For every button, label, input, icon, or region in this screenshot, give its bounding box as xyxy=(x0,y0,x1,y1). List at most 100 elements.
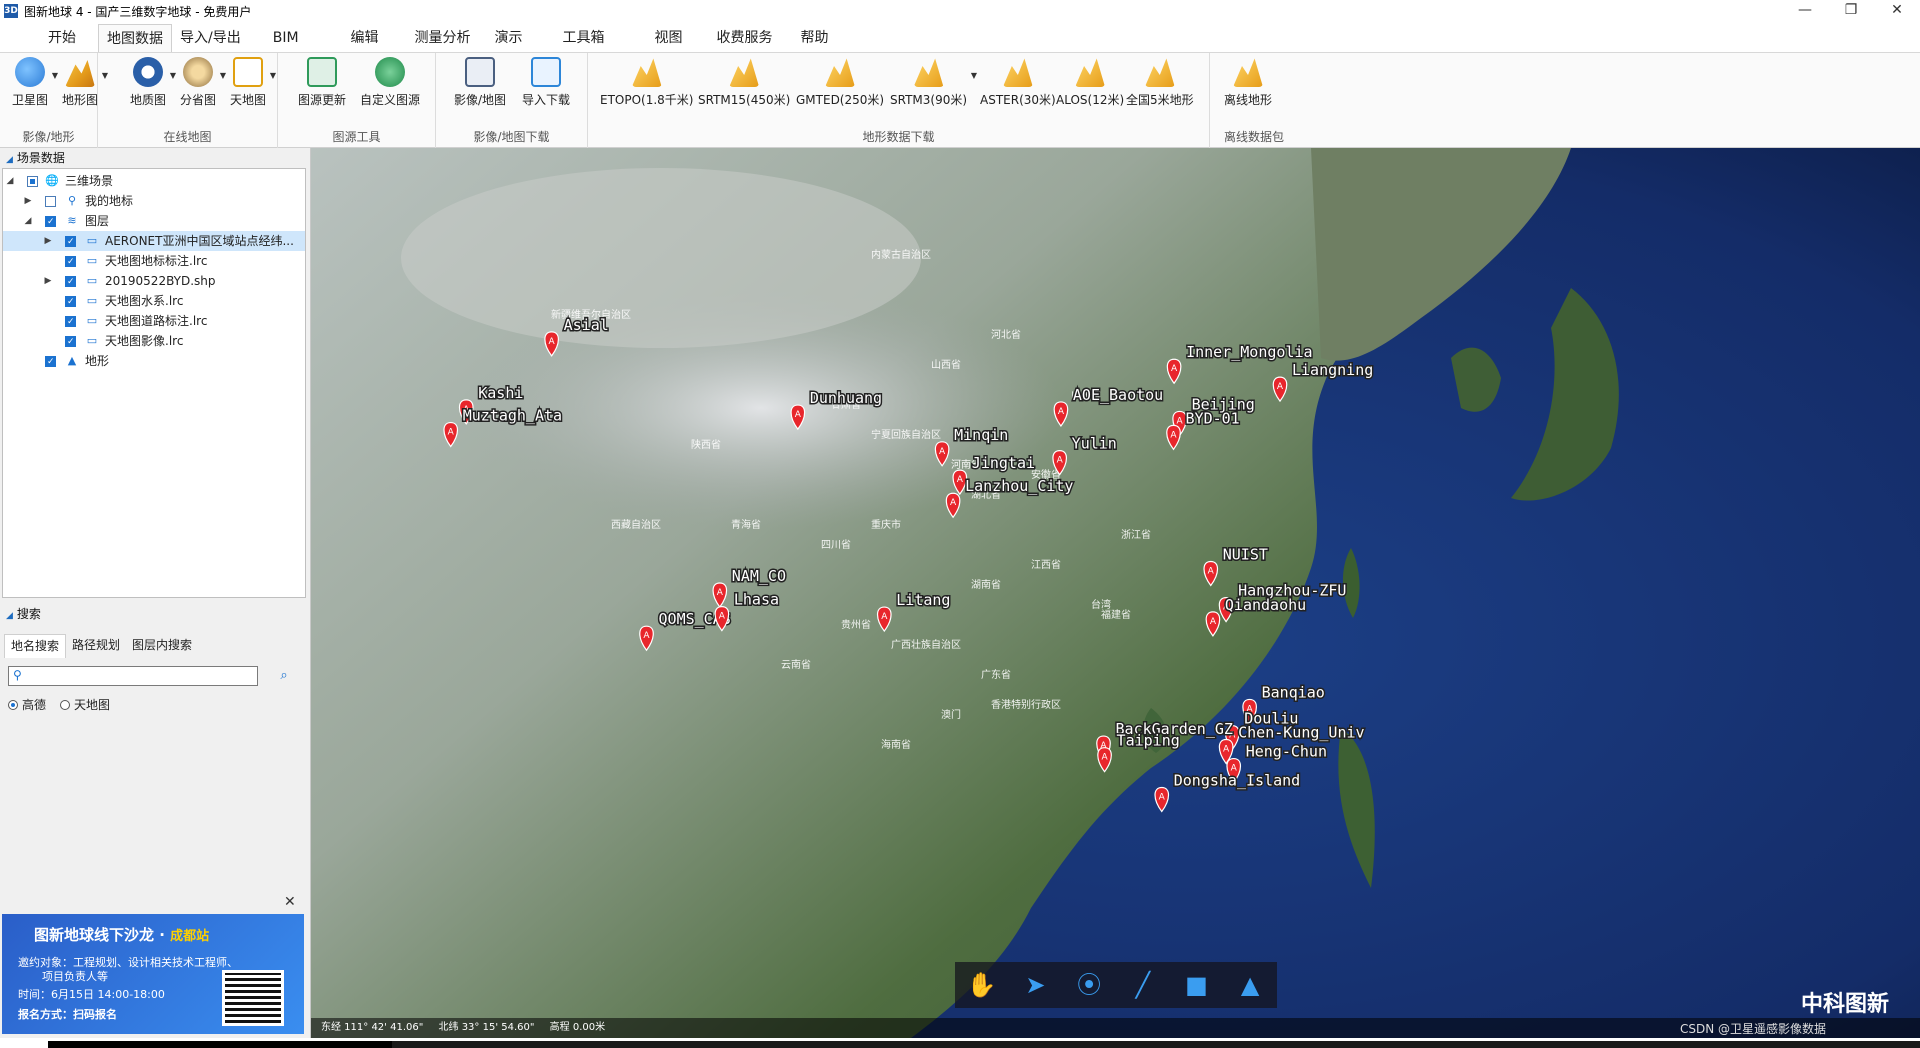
tree-item-tdt-roads[interactable]: ▭ 天地图道路标注.lrc xyxy=(3,311,305,332)
minimize-button[interactable]: — xyxy=(1782,0,1828,22)
placemark-tool-icon[interactable]: ⦿ xyxy=(1074,970,1104,1000)
terrain-profile-icon[interactable]: ▲ xyxy=(1235,970,1265,1000)
admin-region-label: 内蒙古自治区 xyxy=(871,248,931,261)
tab-start[interactable]: 开始 xyxy=(0,24,98,52)
close-button[interactable]: ✕ xyxy=(1874,0,1920,22)
line-tool-icon[interactable]: ╱ xyxy=(1128,970,1158,1000)
tab-edit[interactable]: 编辑 xyxy=(329,24,401,52)
tree-item-tdt-water[interactable]: ▭ 天地图水系.lrc xyxy=(3,291,305,312)
tree-item-tdt-imagery[interactable]: ▭ 天地图影像.lrc xyxy=(3,331,305,352)
layers-icon: ≋ xyxy=(67,214,77,227)
radio-dot[interactable] xyxy=(8,700,18,710)
expand-icon[interactable]: ◢ xyxy=(5,171,15,191)
tree-checkbox[interactable] xyxy=(45,212,56,232)
tab-map-data[interactable]: 地图数据 xyxy=(98,24,172,52)
tab-view[interactable]: 视图 xyxy=(635,24,703,52)
restore-button[interactable]: ❐ xyxy=(1828,0,1874,22)
tab-measure[interactable]: 测量分析 xyxy=(401,24,485,52)
tree-item-my-placemarks[interactable]: ▶ ⚲ 我的地标 xyxy=(3,191,305,211)
scene-data-header[interactable]: ◢ 场景数据 xyxy=(0,148,310,168)
globe-icon: 🌐 xyxy=(45,174,59,187)
tab-bim[interactable]: BIM xyxy=(249,24,329,52)
marker-glyph: A xyxy=(881,612,888,622)
tree-checkbox[interactable] xyxy=(27,176,38,187)
tree-item-3d-scene[interactable]: ◢ 🌐 三维场景 xyxy=(3,171,305,191)
marker-glyph: A xyxy=(1058,407,1065,417)
expand-icon[interactable]: ▶ xyxy=(43,271,53,291)
search-header[interactable]: ◢ 搜索 xyxy=(0,604,311,624)
tree-checkbox[interactable] xyxy=(65,232,76,252)
etopo-download-button[interactable]: ETOPO(1.8千米) xyxy=(600,57,694,108)
radio-dot[interactable] xyxy=(60,700,71,710)
search-input[interactable]: ⚲ xyxy=(8,666,258,686)
tab-route-planning[interactable]: 路径规划 xyxy=(66,634,126,658)
site-label: Minqin xyxy=(954,426,1008,444)
tab-toolbox[interactable]: 工具箱 xyxy=(547,24,635,52)
tab-help[interactable]: 帮助 xyxy=(787,24,843,52)
ad-title: 图新地球线下沙龙 · 成都站 xyxy=(34,926,210,944)
site-label: BYD-01 xyxy=(1186,409,1240,427)
pan-hand-icon[interactable]: ✋ xyxy=(967,970,997,1000)
tree-item-tdt-placename[interactable]: ▭ 天地图地标标注.lrc xyxy=(3,251,305,272)
site-label: Heng-Chun xyxy=(1246,743,1327,761)
site-label: Inner_Mongolia xyxy=(1186,343,1312,361)
geology-map-button[interactable]: 地质图 ▼ xyxy=(130,57,176,108)
tree-checkbox[interactable] xyxy=(65,292,76,312)
site-label: Asial xyxy=(564,316,609,334)
tree-checkbox[interactable] xyxy=(45,352,56,372)
tab-demo[interactable]: 演示 xyxy=(485,24,547,52)
srtm3-download-button[interactable]: SRTM3(90米) ▼ xyxy=(890,57,977,108)
tree-item-byd-shp[interactable]: ▶ ▭ 20190522BYD.shp xyxy=(3,271,305,292)
tab-paid-services[interactable]: 收费服务 xyxy=(703,24,787,52)
custom-source-button[interactable]: 自定义图源 xyxy=(360,57,420,108)
tree-item-terrain[interactable]: ▲ 地形 xyxy=(3,351,305,372)
tree-checkbox[interactable] xyxy=(65,272,76,292)
tree-item-aeronet-layer[interactable]: ▶ ▭ AERONET亚洲中国区域站点经纬... xyxy=(3,231,305,252)
tianditu-button[interactable]: 天地图 ▼ xyxy=(230,57,276,108)
radio-gaode[interactable]: 高德 xyxy=(8,696,46,713)
tab-import-export[interactable]: 导入/导出 xyxy=(172,24,249,52)
globe-viewport[interactable]: 陕西省 四川省 重庆市 湖南省 江西省 福建省 贵州省 云南省 广西壮族自治区 广东省 海南省 湖北省… xyxy=(311,148,1920,1038)
national-5m-terrain-button[interactable]: 全国5米地形 xyxy=(1126,57,1194,108)
latitude-readout: 北纬 33° 15' 54.60" xyxy=(438,1022,535,1033)
image-map-download-button[interactable]: 影像/地图 xyxy=(454,57,506,108)
search-button[interactable]: ⌕ xyxy=(274,666,294,686)
tab-layer-search[interactable]: 图层内搜索 xyxy=(126,634,198,658)
monitor-icon: ▭ xyxy=(86,294,98,307)
monitor-icon: ▭ xyxy=(86,254,98,267)
marker-glyph: A xyxy=(1277,382,1284,392)
admin-region-label: 广东省 xyxy=(981,668,1011,681)
radio-tianditu[interactable]: 天地图 xyxy=(60,696,110,713)
srtm15-download-button[interactable]: SRTM15(450米) xyxy=(698,57,790,108)
tree-item-layers[interactable]: ◢ ≋ 图层 xyxy=(3,211,305,232)
select-arrow-icon[interactable]: ➤ xyxy=(1020,970,1050,1000)
expand-icon[interactable]: ▶ xyxy=(43,231,53,251)
tab-place-search[interactable]: 地名搜索 xyxy=(4,634,67,658)
polygon-tool-icon[interactable]: ■ xyxy=(1181,970,1211,1000)
expand-icon[interactable]: ◢ xyxy=(23,211,33,231)
satellite-map-button[interactable]: 卫星图 ▼ xyxy=(12,57,58,108)
ribbon-group-source-tools: 图源更新 自定义图源 图源工具 xyxy=(278,53,436,149)
source-update-button[interactable]: 图源更新 xyxy=(298,57,346,108)
ad-banner[interactable]: 图新地球线下沙龙 · 成都站 邀约对象：工程规划、设计相关技术工程师、 项目负责… xyxy=(2,914,304,1034)
group-label: 离线数据包 xyxy=(1223,130,1284,144)
alos-download-button[interactable]: ALOS(12米) xyxy=(1056,57,1124,108)
aster-download-button[interactable]: ASTER(30米) xyxy=(980,57,1056,108)
marker-glyph: A xyxy=(1057,456,1064,466)
search-icon: ⌕ xyxy=(280,668,288,683)
ribbon: 卫星图 ▼ 地形图 ▼ 影像/地形 地质图 ▼ 分省图 ▼ 天地图 ▼ 在线地图 图源更新… xyxy=(0,52,1920,149)
import-download-button[interactable]: 导入下载 xyxy=(522,57,570,108)
gmted-download-button[interactable]: GMTED(250米) xyxy=(796,57,884,108)
expand-icon[interactable]: ▶ xyxy=(23,191,33,211)
tree-checkbox[interactable] xyxy=(65,312,76,332)
tree-checkbox[interactable] xyxy=(65,332,76,352)
marker-glyph: A xyxy=(549,337,556,347)
ad-close-button[interactable]: ✕ xyxy=(284,894,296,910)
tree-checkbox[interactable] xyxy=(45,196,56,207)
tree-checkbox[interactable] xyxy=(65,252,76,272)
offline-terrain-button[interactable]: 离线地形 xyxy=(1224,57,1272,108)
terrain-download-icon xyxy=(631,58,662,87)
terrain-map-button[interactable]: 地形图 ▼ xyxy=(62,57,108,108)
province-map-button[interactable]: 分省图 ▼ xyxy=(180,57,226,108)
admin-region-label: 四川省 xyxy=(821,538,851,551)
